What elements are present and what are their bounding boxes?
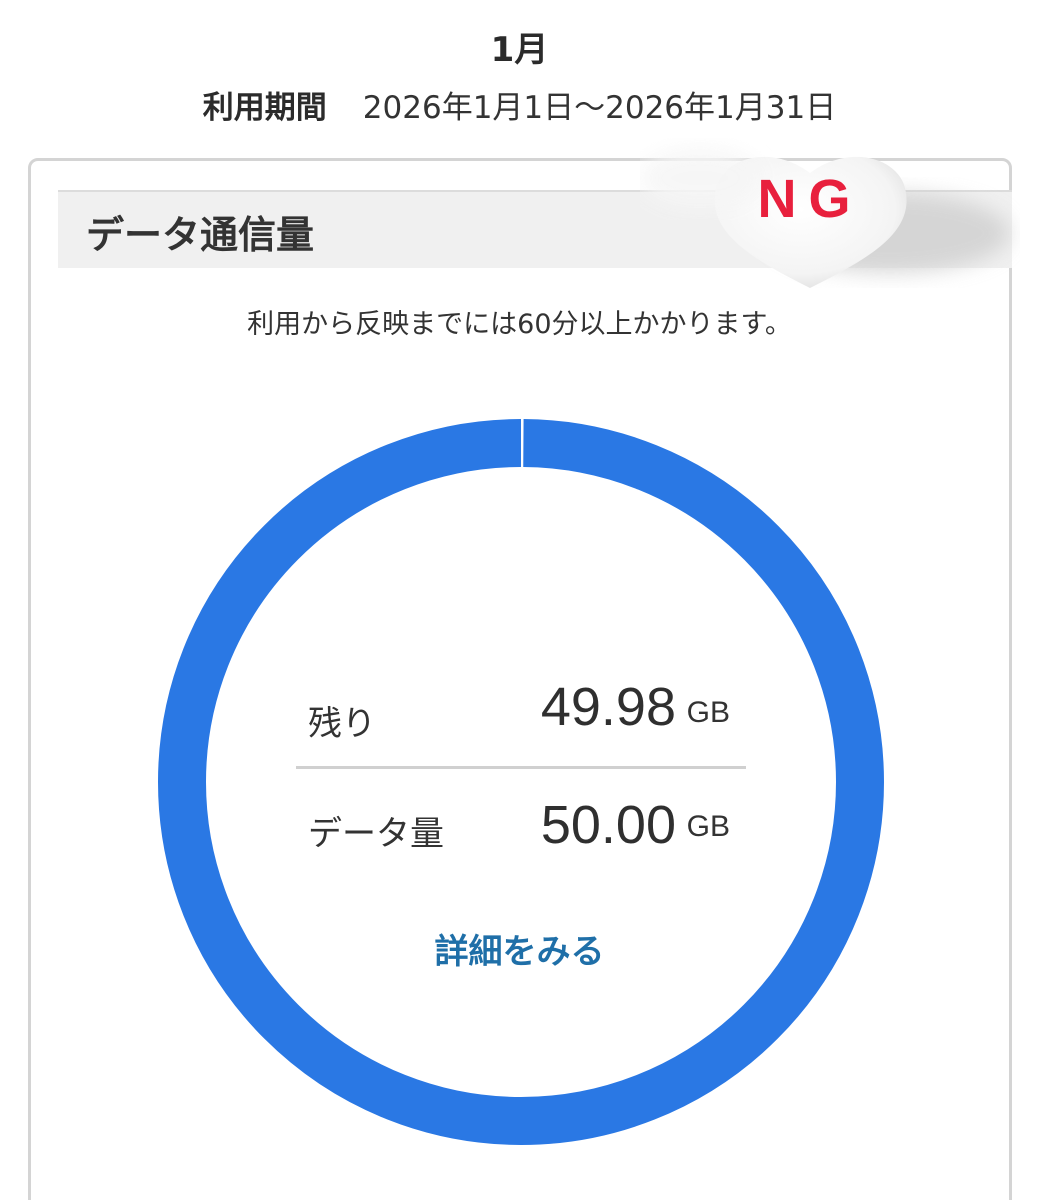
row-divider xyxy=(296,766,746,769)
total-label: データ量 xyxy=(308,814,444,854)
ng-heart-sticker: NG xyxy=(640,138,1020,288)
remaining-label: 残り xyxy=(308,704,376,744)
section-title: データ通信量 xyxy=(86,213,315,257)
remaining-value: 49.98 xyxy=(540,677,676,737)
month-title: 1月 xyxy=(490,30,549,70)
view-details-link[interactable]: 詳細をみる xyxy=(0,924,1039,973)
data-usage-page: 1月 利用期間 2026年1月1日〜2026年1月31日 データ通信量 NG 利… xyxy=(0,0,1039,1200)
total-row: データ量 50.00 GB xyxy=(296,782,746,872)
remaining-unit: GB xyxy=(686,696,730,729)
usage-period: 利用期間 2026年1月1日〜2026年1月31日 xyxy=(0,82,1039,127)
remaining-row: 残り 49.98 GB xyxy=(296,668,746,758)
period-label: 利用期間 xyxy=(202,90,327,126)
ng-badge-text: NG xyxy=(757,169,863,229)
total-value: 50.00 xyxy=(540,795,676,855)
period-range: 2026年1月1日〜2026年1月31日 xyxy=(362,90,837,126)
total-unit: GB xyxy=(686,810,730,843)
reflection-note: 利用から反映までには60分以上かかります。 xyxy=(247,309,792,340)
